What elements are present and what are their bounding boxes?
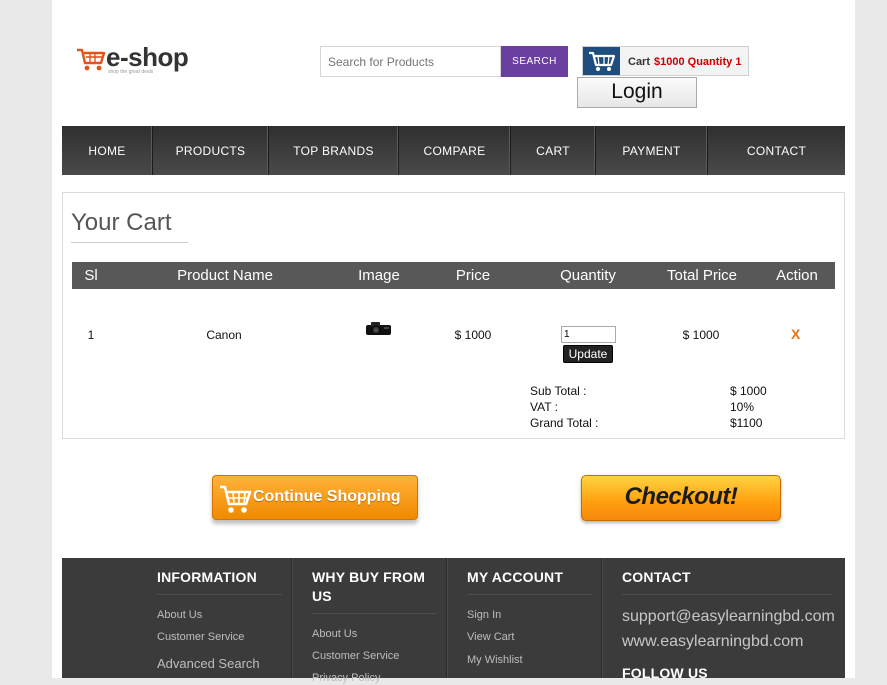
row-sl: 1 [87, 328, 95, 342]
continue-shopping-label: Continue Shopping [253, 488, 401, 505]
footer-contact-website[interactable]: www.easylearningbd.com [622, 633, 803, 651]
cart-title-divider [71, 242, 188, 243]
footer-link-advanced-search[interactable]: Advanced Search [157, 657, 260, 670]
footer-follow-title: FOLLOW US [622, 665, 708, 681]
nav-top-brands[interactable]: TOP BRANDS [269, 126, 399, 175]
subtotal-label: Sub Total : [530, 384, 587, 398]
login-button[interactable]: Login [577, 77, 697, 108]
cart-icon [589, 51, 616, 71]
col-product-name: Product Name [177, 267, 273, 284]
footer-link-about-us[interactable]: About Us [157, 609, 202, 622]
footer-contact-email[interactable]: support@easylearningbd.com [622, 608, 835, 626]
vat-label: VAT : [530, 400, 559, 414]
footer-my-account-title: MY ACCOUNT [467, 569, 564, 585]
col-image: Image [358, 267, 400, 284]
cart-label-group: Cart $1000 Quantity 1 [628, 56, 741, 69]
quantity-input[interactable] [561, 326, 616, 343]
grand-total-value: $1100 [730, 416, 763, 430]
site-logo[interactable]: e-shop shop the great deals [76, 42, 201, 76]
footer-link-view-cart[interactable]: View Cart [467, 631, 514, 644]
footer-link-sign-in[interactable]: Sign In [467, 609, 501, 622]
logo-cart-icon [77, 48, 106, 71]
cart-summary-value: $1000 Quantity 1 [654, 56, 742, 68]
subtotal-value: $ 1000 [730, 384, 767, 398]
search-button[interactable]: SEARCH [501, 46, 568, 77]
logo-tagline: shop the great deals [108, 69, 154, 75]
footer-divider [291, 558, 292, 678]
footer-title-underline [157, 594, 282, 595]
footer-why-buy-title: WHY BUY FROM US [312, 569, 426, 604]
shopping-cart-icon [220, 485, 252, 513]
grand-total-label: Grand Total : [530, 416, 599, 430]
cart-title: Your Cart [71, 209, 172, 236]
nav-contact[interactable]: CONTACT [708, 126, 845, 175]
row-product-name: Canon [206, 328, 242, 342]
col-quantity: Quantity [560, 267, 616, 284]
main-nav: HOME PRODUCTS TOP BRANDS COMPARE CART PA… [62, 126, 845, 175]
remove-item-button[interactable]: X [791, 327, 800, 341]
footer-link-customer-service[interactable]: Customer Service [312, 650, 399, 663]
nav-products[interactable]: PRODUCTS [153, 126, 269, 175]
cart-icon-box [583, 47, 620, 75]
nav-payment[interactable]: PAYMENT [596, 126, 708, 175]
logo-text: e-shop [106, 42, 189, 72]
footer-divider [601, 558, 602, 678]
site-footer: INFORMATION About Us Customer Service Ad… [62, 558, 845, 684]
footer-title-underline [622, 594, 832, 595]
cart-label: Cart [628, 56, 651, 68]
nav-compare[interactable]: COMPARE [399, 126, 511, 175]
camera-icon [366, 322, 391, 335]
vat-value: 10% [730, 400, 755, 414]
continue-shopping-button[interactable]: Continue Shopping [212, 475, 418, 520]
footer-divider [446, 558, 447, 678]
nav-cart[interactable]: CART [511, 126, 596, 175]
update-button[interactable]: Update [563, 345, 613, 363]
col-sl: Sl [84, 267, 98, 284]
col-action: Action [776, 267, 818, 284]
footer-link-my-wishlist[interactable]: My Wishlist [467, 654, 523, 667]
footer-link-about-us[interactable]: About Us [312, 628, 357, 641]
col-price: Price [455, 267, 491, 284]
search-input[interactable] [320, 46, 501, 77]
checkout-button[interactable]: Checkout! [581, 475, 781, 521]
footer-link-privacy-policy[interactable]: Privacy Policy [312, 672, 380, 685]
footer-contact-title: CONTACT [622, 569, 691, 585]
header-cart-summary[interactable]: Cart $1000 Quantity 1 [582, 46, 749, 76]
footer-title-underline [467, 594, 592, 595]
row-price: $ 1000 [454, 328, 492, 342]
cart-table-header: Sl Product Name Image Price Quantity Tot… [72, 262, 835, 289]
footer-information-title: INFORMATION [157, 569, 257, 585]
nav-home[interactable]: HOME [62, 126, 153, 175]
col-total-price: Total Price [666, 267, 738, 284]
row-total-price: $ 1000 [682, 328, 720, 342]
cart-panel: Your Cart Sl Product Name Image Price Qu… [62, 192, 845, 439]
footer-link-customer-service[interactable]: Customer Service [157, 631, 244, 644]
footer-title-underline [312, 613, 437, 614]
